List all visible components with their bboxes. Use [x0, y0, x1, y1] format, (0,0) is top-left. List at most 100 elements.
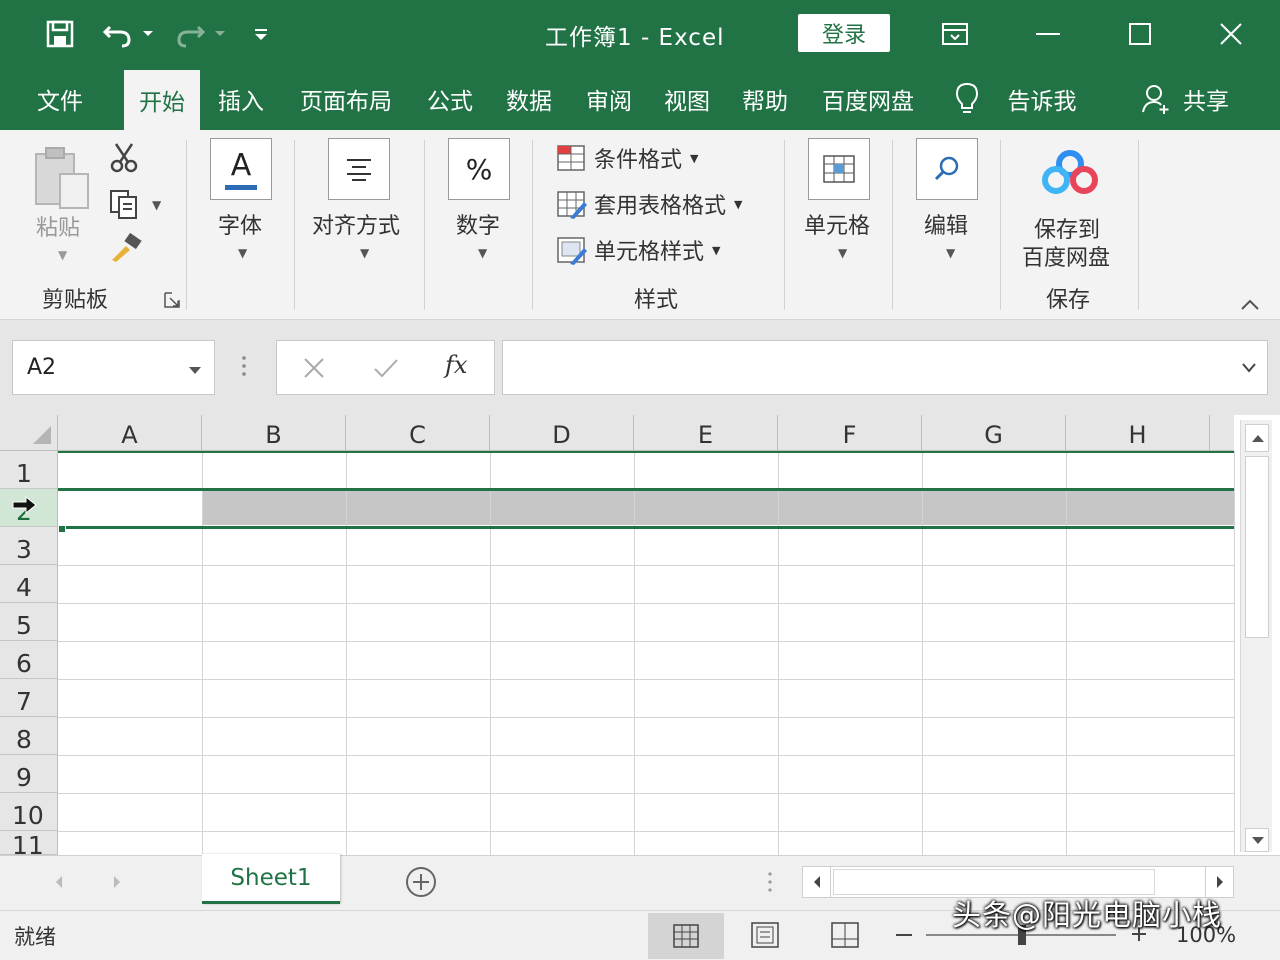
formula-input[interactable] — [502, 340, 1268, 395]
cut-icon[interactable] — [108, 142, 140, 178]
format-painter-icon[interactable] — [108, 232, 142, 268]
row-header-11[interactable]: 11 — [0, 831, 58, 855]
vertical-scrollbar[interactable] — [1240, 420, 1272, 852]
scroll-down-button[interactable] — [1245, 828, 1269, 852]
number-group-button[interactable]: % — [448, 138, 510, 200]
conditional-formatting-button[interactable]: 条件格式 ▼ — [556, 142, 698, 174]
align-center-icon — [347, 159, 371, 181]
cells-dropdown-icon[interactable]: ▼ — [838, 246, 847, 260]
name-box[interactable]: A2 — [12, 340, 215, 395]
number-dropdown-icon[interactable]: ▼ — [478, 246, 487, 260]
baidu-netdisk-icon[interactable] — [1042, 150, 1098, 200]
tab-data[interactable]: 数据 — [494, 68, 564, 130]
scroll-left-button[interactable] — [803, 867, 831, 897]
zoom-out-icon[interactable] — [896, 934, 912, 936]
column-header-e[interactable]: E — [634, 415, 778, 451]
baidu-netdisk-label[interactable]: 百度网盘 — [1022, 240, 1110, 272]
row-header-6[interactable]: 6 — [0, 641, 58, 679]
normal-view-button[interactable] — [648, 913, 724, 959]
font-group-button[interactable]: A — [210, 138, 272, 200]
cells-group-button[interactable] — [808, 138, 870, 200]
selected-row-highlight — [202, 491, 1234, 525]
row-header-9[interactable]: 9 — [0, 755, 58, 793]
tab-formulas[interactable]: 公式 — [416, 68, 484, 130]
title-bar: 工作簿1 - Excel 登录 — [0, 0, 1280, 68]
column-header-d[interactable]: D — [490, 415, 634, 451]
row-header-4[interactable]: 4 — [0, 565, 58, 603]
expand-formula-bar-icon[interactable] — [1241, 359, 1257, 378]
fill-handle[interactable] — [58, 525, 66, 533]
paste-icon[interactable] — [32, 144, 94, 216]
scroll-up-button[interactable] — [1245, 424, 1269, 452]
tab-view[interactable]: 视图 — [652, 68, 722, 130]
worksheet-grid[interactable]: A B C D E F G H 1 2 3 4 5 6 7 8 9 10 11 — [0, 415, 1280, 855]
column-header-f[interactable]: F — [778, 415, 922, 451]
column-header-c[interactable]: C — [346, 415, 490, 451]
tab-review[interactable]: 审阅 — [574, 68, 644, 130]
alignment-label: 对齐方式 — [312, 214, 401, 239]
ribbon-display-options-icon[interactable] — [932, 14, 978, 54]
column-header-b[interactable]: B — [202, 415, 346, 451]
add-sheet-icon[interactable] — [405, 866, 437, 902]
sheet-scroll-left-icon[interactable] — [54, 874, 64, 893]
share-user-icon[interactable] — [1138, 68, 1174, 130]
page-break-preview-icon[interactable] — [830, 921, 860, 953]
customize-toolbar-icon[interactable] — [248, 14, 274, 54]
tab-share[interactable]: 共享 — [1176, 68, 1236, 130]
undo-dropdown-icon[interactable] — [138, 14, 158, 54]
copy-icon[interactable] — [108, 188, 140, 224]
paste-label[interactable]: 粘贴 — [36, 210, 80, 242]
formula-bar-grip-icon[interactable] — [240, 354, 248, 382]
tell-me-search[interactable]: 告诉我 — [996, 68, 1088, 130]
row-header-1[interactable]: 1 — [0, 451, 58, 489]
tab-home[interactable]: 开始 — [124, 70, 200, 130]
tab-baidu-netdisk[interactable]: 百度网盘 — [810, 68, 926, 130]
save-icon[interactable] — [40, 14, 80, 54]
editing-group-button[interactable] — [916, 138, 978, 200]
row-header-8[interactable]: 8 — [0, 717, 58, 755]
paste-dropdown-icon[interactable]: ▼ — [58, 248, 67, 262]
login-button[interactable]: 登录 — [798, 14, 890, 52]
page-layout-view-icon[interactable] — [750, 921, 780, 953]
cancel-icon[interactable] — [303, 357, 325, 383]
row-header-10[interactable]: 10 — [0, 793, 58, 831]
column-header-h[interactable]: H — [1066, 415, 1210, 451]
alignment-dropdown-icon[interactable]: ▼ — [360, 246, 369, 260]
window-title: 工作簿1 - Excel — [545, 25, 725, 51]
minimize-icon[interactable] — [1025, 14, 1071, 54]
clipboard-launcher-icon[interactable] — [164, 292, 180, 312]
tab-file[interactable]: 文件 — [20, 68, 100, 130]
column-header-a[interactable]: A — [58, 415, 202, 451]
alignment-group-button[interactable] — [328, 138, 390, 200]
close-icon[interactable] — [1208, 14, 1254, 54]
undo-icon[interactable] — [98, 14, 138, 54]
copy-dropdown-icon[interactable]: ▼ — [152, 198, 161, 212]
collapse-ribbon-icon[interactable] — [1240, 296, 1260, 315]
cell-styles-button[interactable]: 单元格样式 ▼ — [556, 234, 720, 266]
sheet-scroll-right-icon[interactable] — [112, 874, 122, 893]
tab-help[interactable]: 帮助 — [730, 68, 800, 130]
tab-insert[interactable]: 插入 — [206, 68, 276, 130]
lightbulb-icon[interactable] — [944, 68, 990, 130]
row-header-3[interactable]: 3 — [0, 527, 58, 565]
row-header-7[interactable]: 7 — [0, 679, 58, 717]
select-all-button[interactable] — [0, 415, 58, 451]
tab-split-grip-icon[interactable] — [766, 870, 774, 898]
enter-check-icon[interactable] — [373, 357, 399, 383]
format-as-table-button[interactable]: 套用表格格式 ▼ — [556, 188, 742, 220]
name-box-dropdown-icon[interactable] — [188, 357, 202, 382]
editing-dropdown-icon[interactable]: ▼ — [946, 246, 955, 260]
insert-function-icon[interactable]: fx — [445, 351, 467, 379]
font-dropdown-icon[interactable]: ▼ — [238, 246, 247, 260]
row-select-cursor-icon — [12, 495, 38, 519]
maximize-icon[interactable] — [1117, 14, 1163, 54]
row-header-5[interactable]: 5 — [0, 603, 58, 641]
conditional-formatting-icon — [557, 145, 585, 171]
sheet-tab-sheet1[interactable]: Sheet1 — [202, 854, 340, 904]
number-label: 数字 — [456, 214, 501, 239]
tab-page-layout[interactable]: 页面布局 — [288, 68, 404, 130]
scroll-thumb[interactable] — [1245, 456, 1269, 638]
format-as-table-icon — [557, 191, 587, 219]
column-header-g[interactable]: G — [922, 415, 1066, 451]
styles-group-label: 样式 — [634, 288, 679, 313]
